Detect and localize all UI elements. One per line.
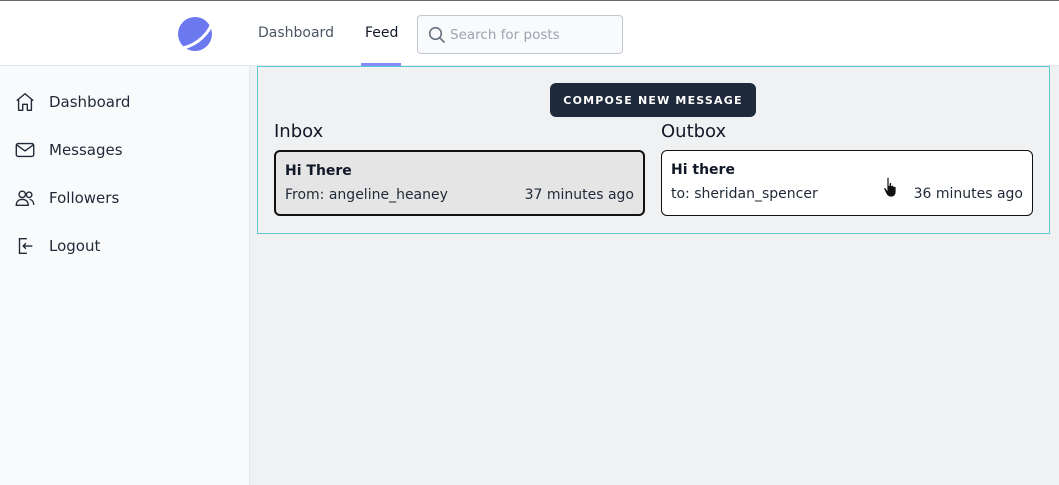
sidebar-item-label: Logout [49, 237, 101, 255]
sidebar: Dashboard Messages Followers Logout [0, 66, 250, 485]
inbox-title: Inbox [274, 121, 324, 142]
logout-icon [18, 237, 33, 255]
sidebar-item-logout[interactable]: Logout [14, 234, 100, 258]
sidebar-item-label: Dashboard [49, 93, 131, 111]
search-icon [428, 26, 446, 44]
home-icon [16, 93, 34, 111]
outbox-title: Outbox [661, 121, 727, 142]
message-sender: From: angeline_heaney [285, 187, 448, 203]
outbox-message-card[interactable]: Hi there to: sheridan_spencer 36 minutes… [661, 150, 1033, 216]
search-input[interactable] [450, 16, 618, 53]
messages-panel: COMPOSE NEW MESSAGE Inbox Outbox Hi Ther… [257, 66, 1050, 234]
mail-icon [15, 142, 35, 158]
sidebar-item-dashboard[interactable]: Dashboard [14, 90, 130, 114]
inbox-message-card[interactable]: Hi There From: angeline_heaney 37 minute… [274, 150, 645, 216]
logo-icon[interactable] [177, 15, 215, 53]
hand-cursor-icon [883, 176, 897, 198]
sidebar-item-followers[interactable]: Followers [14, 186, 119, 210]
sidebar-item-label: Messages [49, 141, 123, 159]
sidebar-item-label: Followers [49, 189, 120, 207]
message-subject: Hi there [671, 162, 735, 178]
users-icon [15, 190, 35, 207]
nav-feed-link[interactable]: Feed [365, 25, 398, 42]
message-subject: Hi There [285, 163, 352, 179]
message-time: 36 minutes ago [913, 186, 1023, 202]
top-navbar: Dashboard Feed [0, 0, 1059, 66]
compose-message-button[interactable]: COMPOSE NEW MESSAGE [550, 83, 756, 117]
search-box[interactable] [417, 15, 623, 54]
message-recipient: to: sheridan_spencer [671, 186, 818, 202]
nav-dashboard-link[interactable]: Dashboard [258, 25, 334, 42]
message-time: 37 minutes ago [524, 187, 634, 203]
sidebar-item-messages[interactable]: Messages [14, 138, 123, 162]
